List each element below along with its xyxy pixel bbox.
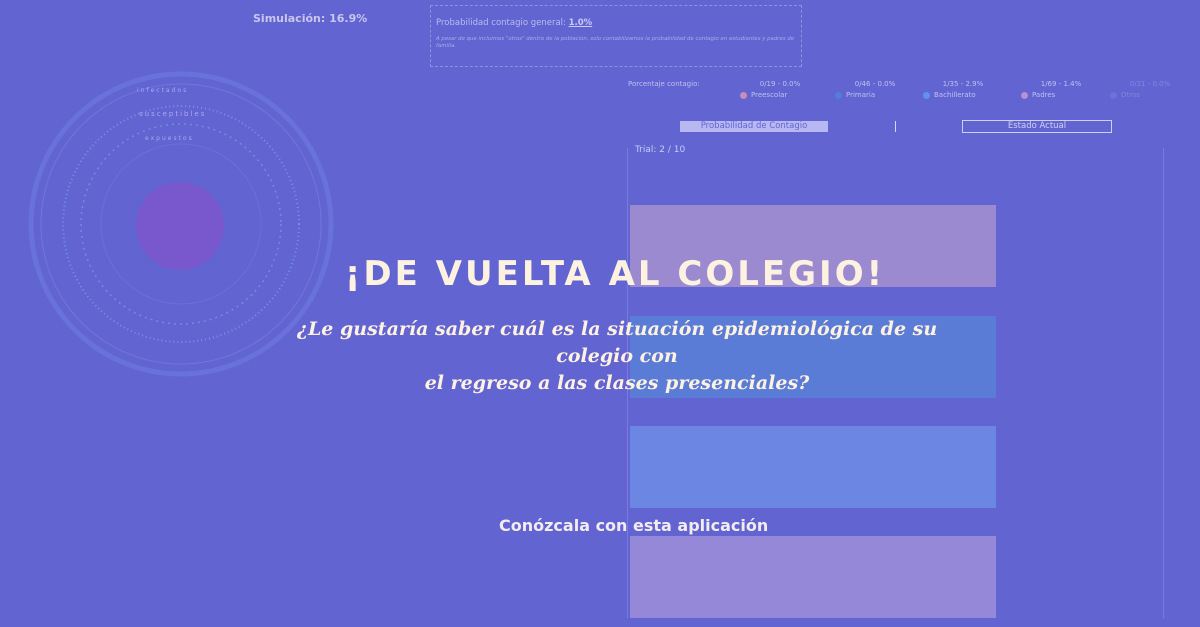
legend-dot-icon — [923, 91, 930, 99]
legend-name: Bachillerato — [934, 91, 976, 99]
panel-border-right — [1163, 148, 1164, 618]
tab-probability[interactable]: Probabilidad de Contagio — [680, 121, 828, 132]
trial-counter: Trial: 2 / 10 — [635, 145, 686, 155]
hero-subtitle-line-1: ¿Le gustaría saber cuál es la situación … — [296, 318, 938, 367]
legend-dot-icon — [835, 91, 842, 99]
legend-item-preescolar: 0/19 - 0.0% Preescolar — [740, 80, 830, 99]
legend-counts: 0/46 - 0.0% — [854, 80, 896, 88]
legend-item-bachillerato: 1/35 - 2.9% Bachillerato — [923, 80, 1013, 99]
probability-panel: Probabilidad contagio general: 1.0% A pe… — [430, 5, 802, 67]
probability-note: A pesar de que incluimos "otros" dentro … — [436, 36, 795, 50]
legend-name: Primaria — [846, 91, 876, 99]
ring-label-infectados: infectados — [137, 87, 188, 94]
legend-name: Preescolar — [751, 91, 788, 99]
hero-subtitle: ¿Le gustaría saber cuál es la situación … — [292, 316, 942, 397]
legend-counts: 0/31 - 0.0% — [1129, 80, 1171, 88]
probability-title-row: Probabilidad contagio general: 1.0% — [436, 18, 795, 28]
hero-cta: Conózcala con esta aplicación — [499, 516, 769, 535]
legend-counts: 0/19 - 0.0% — [759, 80, 801, 88]
ring-label-expuestos: expuestos — [145, 135, 194, 142]
ring-label-susceptibles: susceptibles — [139, 110, 206, 118]
legend-counts: 1/69 - 1.4% — [1040, 80, 1082, 88]
probability-value: 1.0% — [568, 18, 593, 28]
legend-name: Padres — [1032, 91, 1056, 99]
probability-title: Probabilidad contagio general: — [436, 18, 566, 28]
legend-name: Otros — [1121, 91, 1140, 99]
legend-item-padres: 1/69 - 1.4% Padres — [1021, 80, 1111, 99]
simulation-percentage: Simulación: 16.9% — [253, 12, 368, 25]
bar-bachillerato — [630, 426, 996, 508]
hero-headline: ¡DE VUELTA AL COLEGIO! — [344, 254, 886, 294]
legend-dot-icon — [740, 91, 747, 99]
tab-divider — [895, 121, 896, 132]
legend-dot-icon — [1110, 91, 1117, 99]
tab-current-state[interactable]: Estado Actual — [962, 120, 1112, 133]
bar-padres — [630, 536, 996, 618]
legend-counts: 1/35 - 2.9% — [942, 80, 984, 88]
hero-subtitle-line-2: el regreso a las clases presenciales? — [424, 372, 810, 394]
legend-item-primaria: 0/46 - 0.0% Primaria — [835, 80, 925, 99]
contagion-legend-label: Porcentaje contagio: — [628, 80, 700, 88]
legend-item-otros: 0/31 - 0.0% Otros — [1110, 80, 1200, 99]
legend-dot-icon — [1021, 91, 1028, 99]
